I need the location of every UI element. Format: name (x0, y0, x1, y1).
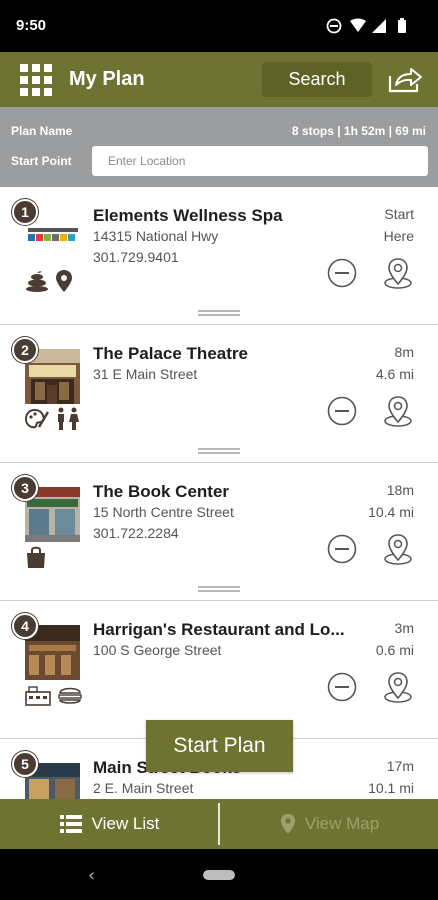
system-nav-bar: ‹ (0, 849, 438, 900)
stop-address: 100 S George Street (93, 642, 222, 658)
wifi-icon (350, 18, 366, 32)
map-pin-icon[interactable] (382, 394, 414, 428)
status-bar: 9:50 (0, 0, 438, 52)
stop-name[interactable]: The Book Center (93, 482, 361, 502)
tab-view-list-label: View List (91, 814, 160, 833)
stop-number-badge: 1 (12, 199, 38, 225)
grid-menu-icon[interactable] (20, 64, 52, 96)
stop-time: 3m (394, 620, 414, 636)
lodging-icon (25, 686, 51, 706)
location-icon (56, 270, 72, 292)
stop-time: 18m (386, 482, 414, 498)
bottom-tab-bar: View List View Map (0, 799, 438, 849)
stop-address: 31 E Main Street (93, 366, 198, 382)
stop-distance: Here (383, 228, 414, 244)
stop-number-badge: 5 (12, 751, 38, 777)
family-icon (58, 407, 79, 430)
category-icons (25, 269, 73, 293)
stop-phone[interactable]: 301.729.9401 (93, 249, 179, 265)
app-screen: 9:50 My Plan Search Plan Name 8 stops | … (0, 0, 438, 900)
back-icon[interactable]: ‹ (88, 865, 95, 886)
stop-name[interactable]: The Palace Theatre (93, 344, 361, 364)
remove-stop-icon[interactable] (327, 534, 357, 564)
page-title: My Plan (69, 68, 145, 90)
shopping-bag-icon (27, 546, 45, 568)
remove-stop-icon[interactable] (327, 396, 357, 426)
search-button[interactable]: Search (262, 62, 372, 97)
arts-icon (25, 408, 49, 429)
app-header: My Plan Search (0, 52, 438, 107)
food-icon (58, 687, 82, 704)
start-plan-button[interactable]: Start Plan (146, 720, 293, 772)
stop-item[interactable]: 1 Elements Wellness Spa 14315 National H… (0, 187, 438, 325)
stop-distance: 4.6 mi (375, 366, 414, 382)
map-pin-icon[interactable] (382, 670, 414, 704)
stop-number-badge: 4 (12, 613, 38, 639)
stop-address: 2 E. Main Street (93, 780, 194, 796)
stop-address: 15 North Centre Street (93, 504, 234, 520)
spa-icon (26, 271, 48, 292)
list-icon (59, 815, 82, 833)
stop-time: 17m (386, 758, 414, 774)
stop-distance: 10.1 mi (368, 780, 414, 796)
stop-distance: 10.4 mi (368, 504, 414, 520)
remove-stop-icon[interactable] (327, 672, 357, 702)
plan-stats: 8 stops | 1h 52m | 69 mi (291, 124, 426, 138)
stop-time: Start (384, 206, 414, 222)
stop-item[interactable]: 4 Harrigan's Restaurant and Lo... 100 S … (0, 601, 438, 739)
drag-handle[interactable] (198, 310, 240, 316)
plan-name-label[interactable]: Plan Name (11, 124, 72, 138)
tab-view-map-label: View Map (304, 814, 380, 833)
drag-handle[interactable] (198, 448, 240, 454)
stops-list[interactable]: 1 Elements Wellness Spa 14315 National H… (0, 187, 438, 799)
stop-name[interactable]: Elements Wellness Spa (93, 206, 361, 226)
stop-time: 8m (394, 344, 414, 360)
tab-view-list[interactable]: View List (0, 799, 219, 849)
battery-icon (398, 18, 406, 33)
map-marker-icon (280, 814, 295, 834)
do-not-disturb-icon (326, 18, 342, 34)
home-pill-icon[interactable] (203, 870, 235, 880)
category-icons (25, 407, 81, 431)
stop-number-badge: 2 (12, 337, 38, 363)
signal-icon (372, 19, 386, 33)
drag-handle[interactable] (198, 586, 240, 592)
stop-address: 14315 National Hwy (93, 228, 219, 244)
start-location-input[interactable] (92, 146, 428, 176)
stop-item[interactable]: 3 The Book Center 15 North Centre Street… (0, 463, 438, 601)
status-icons (326, 18, 406, 34)
map-pin-icon[interactable] (382, 256, 414, 290)
start-point-label: Start Point (11, 154, 72, 168)
category-icons (25, 683, 83, 707)
status-time: 9:50 (16, 17, 47, 34)
remove-stop-icon[interactable] (327, 258, 357, 288)
category-icons (25, 545, 47, 569)
stop-number-badge: 3 (12, 475, 38, 501)
stop-phone[interactable]: 301.722.2284 (93, 525, 179, 541)
stop-distance: 0.6 mi (375, 642, 414, 658)
map-pin-icon[interactable] (382, 532, 414, 566)
plan-info-bar: Plan Name 8 stops | 1h 52m | 69 mi Start… (0, 107, 438, 187)
share-icon[interactable] (387, 64, 423, 94)
stop-item[interactable]: 2 The Palace Theatre 31 E Main Street 8m (0, 325, 438, 463)
tab-view-map[interactable]: View Map (220, 799, 438, 849)
stop-name[interactable]: Harrigan's Restaurant and Lo... (93, 620, 361, 640)
